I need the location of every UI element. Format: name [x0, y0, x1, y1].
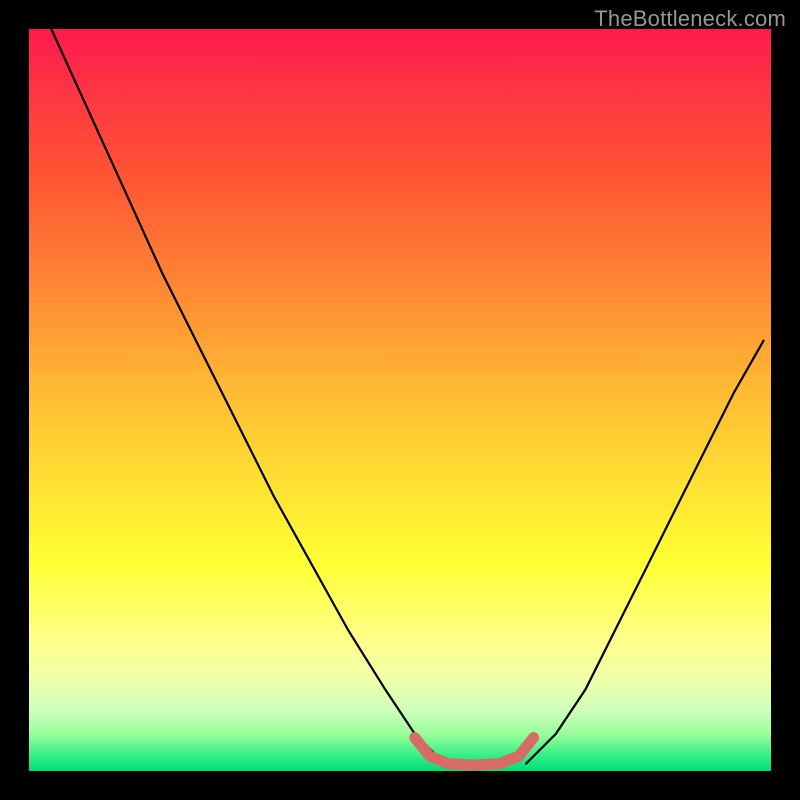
curve-left	[51, 29, 444, 764]
chart-container: TheBottleneck.com	[0, 0, 800, 800]
chart-overlay	[29, 29, 771, 771]
curve-right	[526, 341, 764, 764]
optimal-zone-marker	[415, 738, 534, 766]
watermark-text: TheBottleneck.com	[594, 6, 786, 32]
